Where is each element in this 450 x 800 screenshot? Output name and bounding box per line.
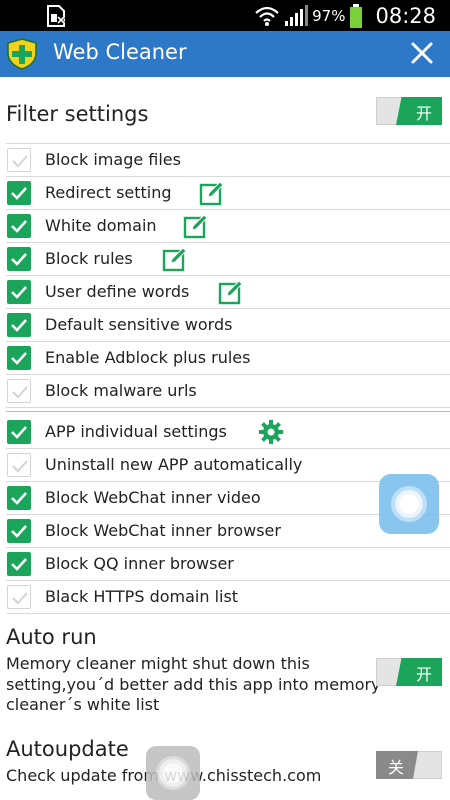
list-item[interactable]: Default sensitive words [6,309,450,342]
filter-settings-title: Filter settings [6,102,149,126]
list-item[interactable]: Block image files [6,144,450,177]
toggle-label: 开 [415,665,432,684]
list-item-label: Enable Adblock plus rules [45,348,251,367]
checkbox-checked[interactable] [7,181,31,205]
auto-run-title: Auto run [6,625,97,649]
list-item[interactable]: Enable Adblock plus rules [6,342,450,375]
gear-icon[interactable] [258,419,284,445]
checkbox-unchecked[interactable] [7,453,31,477]
list-item[interactable]: APP individual settings [6,416,450,449]
auto-run-description: Memory cleaner might shut down this sett… [6,654,381,716]
list-item-label: Uninstall new APP automatically [45,455,303,474]
list-item-label: Block QQ inner browser [45,554,234,573]
auto-run-toggle[interactable]: 开 [376,658,442,686]
checkbox-unchecked[interactable] [7,379,31,403]
list-item[interactable]: Redirect setting [6,177,450,210]
no-sim-icon [47,5,66,27]
checkbox-checked[interactable] [7,313,31,337]
list-item[interactable]: User define words [6,276,450,309]
list-item[interactable]: Block rules [6,243,450,276]
checkbox-unchecked[interactable] [7,585,31,609]
list-item-label: Block image files [45,150,181,169]
checkbox-unchecked[interactable] [7,148,31,172]
filter-list-group-1: Block image files Redirect setting White… [6,143,450,412]
checkbox-checked[interactable] [7,346,31,370]
list-item-label: User define words [45,282,190,301]
status-bar: 97% 08:28 [0,0,450,31]
assist-dot [399,494,419,514]
checkbox-checked[interactable] [7,214,31,238]
edit-icon[interactable] [162,246,188,272]
list-item-label: Black HTTPS domain list [45,587,239,606]
floating-assist-button[interactable] [379,474,439,534]
list-item-label: APP individual settings [45,422,227,441]
autoupdate-toggle[interactable]: 关 [376,751,442,779]
description-line: cleaner´s white list [6,695,160,714]
group-divider [6,408,450,412]
title-bar: Web Cleaner [0,31,450,77]
battery-icon [350,4,363,28]
filter-settings-toggle[interactable]: 开 [376,97,442,125]
wifi-icon [255,6,279,26]
list-item-label: Block rules [45,249,133,268]
description-line: Memory cleaner might shut down this [6,654,310,673]
close-icon[interactable] [408,39,436,67]
checkbox-checked[interactable] [7,420,31,444]
edit-icon[interactable] [199,180,225,206]
checkbox-checked[interactable] [7,486,31,510]
checkbox-checked[interactable] [7,280,31,304]
checkbox-checked[interactable] [7,519,31,543]
toggle-label: 开 [415,104,432,123]
description-line: setting,you´d better add this app into m… [6,674,381,694]
toggle-label: 关 [388,758,405,777]
checkbox-checked[interactable] [7,552,31,576]
list-item-label: Block WebChat inner browser [45,521,281,540]
signal-icon [285,5,309,26]
list-item-label: White domain [45,216,157,235]
list-item-label: Redirect setting [45,183,172,202]
edit-icon[interactable] [218,279,244,305]
list-item[interactable]: White domain [6,210,450,243]
shield-icon [7,38,37,70]
edit-icon[interactable] [183,213,209,239]
clock: 08:28 [375,4,436,28]
autoupdate-title: Autoupdate [6,737,129,761]
list-item-label: Default sensitive words [45,315,233,334]
list-item[interactable]: Block QQ inner browser [6,548,450,581]
battery-percent: 97% [312,7,346,25]
list-item[interactable]: Block malware urls [6,375,450,408]
list-item-label: Block WebChat inner video [45,488,261,507]
list-item[interactable]: Black HTTPS domain list [6,581,450,614]
checkbox-checked[interactable] [7,247,31,271]
list-item-label: Block malware urls [45,381,197,400]
home-assist-button[interactable] [146,746,200,800]
app-title: Web Cleaner [53,40,187,64]
assist-dot [163,763,183,783]
